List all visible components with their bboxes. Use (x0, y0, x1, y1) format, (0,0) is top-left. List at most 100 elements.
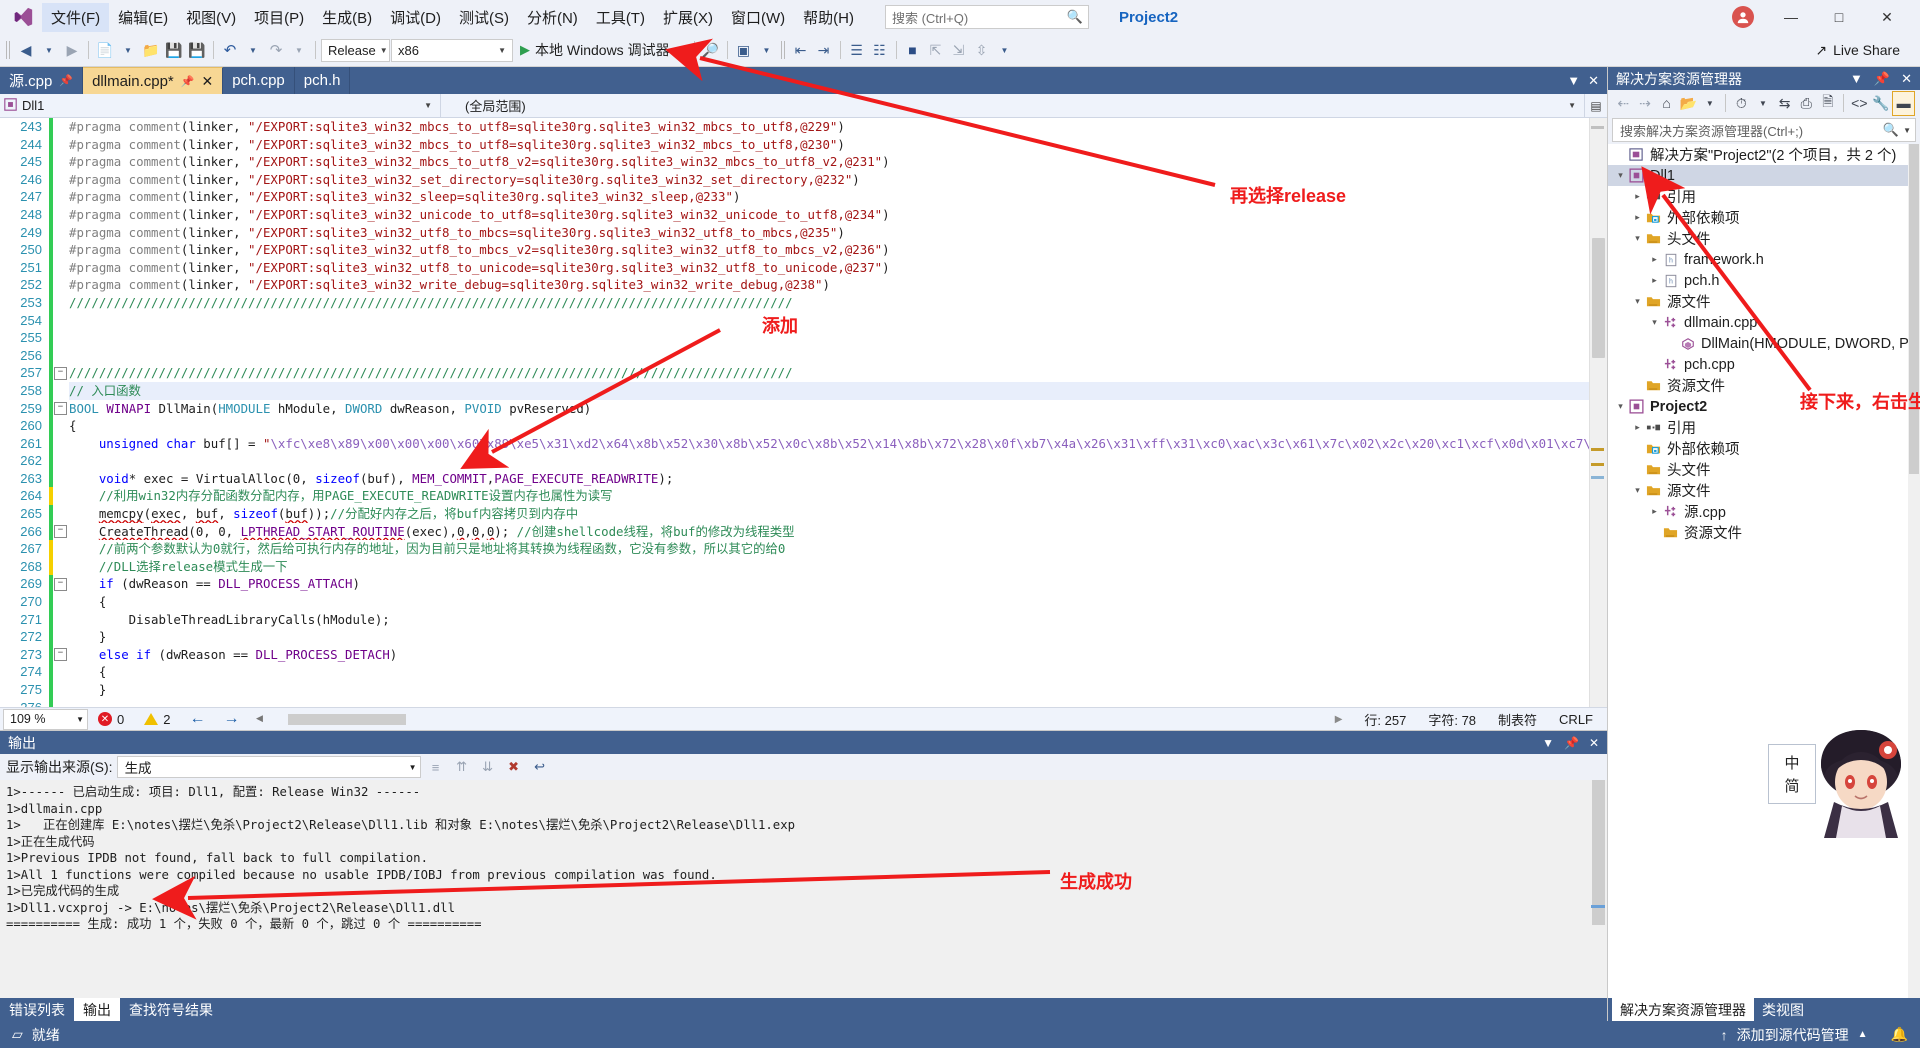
pending-changes-icon[interactable]: ⏱ (1731, 92, 1752, 115)
minimize-button[interactable]: — (1768, 2, 1814, 32)
code-line[interactable]: 254 (0, 311, 1589, 330)
code-line[interactable]: 264 //利用win32内存分配函数分配内存，用PAGE_EXECUTE_RE… (0, 487, 1589, 506)
menu-test[interactable]: 测试(S) (450, 3, 518, 32)
solution-explorer-search[interactable]: 搜索解决方案资源管理器(Ctrl+;) 🔍 ▼ (1612, 118, 1916, 142)
chevron-down-icon-output[interactable]: ▼ (1542, 736, 1554, 750)
next-issue-button[interactable]: → (214, 710, 248, 728)
solution-tree-node[interactable]: DllMain(HMODULE, DWORD, PVOID) (1608, 333, 1920, 354)
nav-project-combo[interactable]: Dll1 ▼ (0, 94, 441, 117)
scroll-left-icon[interactable]: ◀ (254, 713, 264, 726)
menu-tools[interactable]: 工具(T) (587, 3, 654, 32)
code-line[interactable]: 257−////////////////////////////////////… (0, 364, 1589, 382)
find-message-icon[interactable]: ≡ (425, 756, 447, 778)
uncomment-selection-icon[interactable]: ☷ (869, 38, 891, 62)
close-button[interactable]: ✕ (1864, 2, 1910, 32)
code-line[interactable]: 263 void* exec = VirtualAlloc(0, sizeof(… (0, 469, 1589, 488)
chevron-down-icon-search[interactable]: ▼ (1903, 126, 1911, 135)
solution-tree-node[interactable]: ▾ Project2 (1608, 396, 1920, 417)
new-project-dropdown-icon[interactable]: ▼ (117, 38, 139, 62)
menu-edit[interactable]: 编辑(E) (109, 3, 177, 32)
code-line[interactable]: 255 (0, 329, 1589, 347)
solution-tree-node[interactable]: ▸ 引用 (1608, 186, 1920, 207)
indent-icon[interactable]: ⇥ (813, 38, 835, 62)
fold-gutter[interactable]: − (53, 524, 69, 538)
tab-output[interactable]: 输出 (74, 998, 120, 1021)
solution-tree-node[interactable]: 解决方案"Project2"(2 个项目，共 2 个) (1608, 144, 1920, 165)
fold-gutter[interactable]: − (53, 648, 69, 662)
close-icon-tab-1[interactable]: ✕ (201, 74, 213, 88)
quick-launch-search[interactable]: 搜索 (Ctrl+Q) 🔍 (884, 5, 1089, 29)
toolbar-grip[interactable] (6, 41, 12, 59)
code-line[interactable]: 252 #pragma comment(linker, "/EXPORT:sqli… (0, 276, 1589, 294)
expander-expanded-icon[interactable]: ▾ (1631, 233, 1644, 244)
editor-horizontal-scrollbar[interactable]: ◀ (254, 713, 1328, 726)
nav-split-icon[interactable]: ▤ (1585, 94, 1607, 117)
solution-tree-node[interactable]: 资源文件 (1608, 522, 1920, 543)
code-line[interactable]: 273− else if (dwReason == DLL_PROCESS_DE… (0, 645, 1589, 664)
nav-scope-combo[interactable]: (全局范围) ▼ (441, 94, 1585, 117)
fold-gutter[interactable]: − (53, 401, 69, 415)
toolbar-overflow-icon-2[interactable]: ▼ (994, 38, 1016, 62)
expander-expanded-icon[interactable]: ▾ (1631, 485, 1644, 496)
code-line[interactable]: 274 { (0, 663, 1589, 681)
output-text-region[interactable]: 1>------ 已启动生成: 项目: Dll1, 配置: Release Wi… (0, 780, 1607, 998)
code-line[interactable]: 261 unsigned char buf[] = "\xfc\xe8\x89\… (0, 434, 1589, 453)
next-bookmark-icon[interactable]: ⇲ (948, 38, 970, 62)
expander-collapsed-icon[interactable]: ▸ (1648, 254, 1661, 265)
forward-icon-se[interactable]: ⇢ (1635, 92, 1656, 115)
pin-icon-se[interactable]: 📌 (1874, 71, 1890, 87)
home-icon-se[interactable]: ⌂ (1656, 92, 1677, 115)
preview-pane-icon[interactable]: ▬ (1892, 90, 1915, 116)
navigate-back-icon[interactable]: ◀ (15, 38, 37, 62)
code-line[interactable]: 244 #pragma comment(linker, "/EXPORT:sqli… (0, 135, 1589, 154)
editor-scroll-thumb[interactable] (1592, 238, 1605, 358)
menu-window[interactable]: 窗口(W) (722, 3, 794, 32)
switch-views-icon[interactable]: 📂 (1678, 92, 1699, 115)
prev-issue-button[interactable]: ← (180, 710, 214, 728)
expander-expanded-icon[interactable]: ▾ (1648, 317, 1661, 328)
output-vertical-scrollbar[interactable] (1590, 780, 1607, 998)
close-icon-output[interactable]: ✕ (1589, 736, 1599, 750)
solution-tree-node[interactable]: ▸ 外部依赖项 (1608, 207, 1920, 228)
code-line[interactable]: 267 //前两个参数默认为0就行，然后给可执行内存的地址，因为目前只是地址将其… (0, 540, 1589, 558)
code-line[interactable]: 253 /////////////////////////////////////… (0, 293, 1589, 312)
pin-icon-output[interactable]: 📌 (1564, 736, 1579, 750)
save-icon[interactable]: 💾 (163, 38, 185, 62)
code-line[interactable]: 275 } (0, 681, 1589, 699)
new-project-icon[interactable]: 📄 (94, 38, 116, 62)
source-control-label[interactable]: 添加到源代码管理 (1737, 1025, 1849, 1045)
expander-collapsed-icon[interactable]: ▸ (1648, 275, 1661, 286)
expander-collapsed-icon[interactable]: ▸ (1631, 212, 1644, 223)
redo-icon[interactable]: ↷ (265, 38, 287, 62)
start-debugging-button[interactable]: ▶ 本地 Windows 调试器 ▼ (514, 38, 689, 62)
account-avatar[interactable] (1732, 6, 1754, 28)
solution-configuration-combo[interactable]: Release ▼ (321, 38, 390, 62)
zoom-level-combo[interactable]: 109 % ▼ (3, 708, 88, 730)
code-line[interactable]: 276 (0, 698, 1589, 707)
solution-tree-node[interactable]: ▾ 源文件 (1608, 291, 1920, 312)
chevron-down-icon-se[interactable]: ▼ (1850, 71, 1863, 86)
pin-icon-0[interactable]: 📌 (59, 74, 73, 87)
solution-tree-node[interactable]: 资源文件 (1608, 375, 1920, 396)
code-line[interactable]: 246 #pragma comment(linker, "/EXPORT:sqli… (0, 170, 1589, 189)
editor-vertical-scrollbar[interactable] (1589, 118, 1607, 707)
preview-selected-items-icon[interactable]: ▣ (733, 38, 755, 62)
toolbar-overflow-icon[interactable]: ▼ (756, 38, 778, 62)
pin-icon-1[interactable]: 📌 (181, 75, 195, 88)
solution-tree-node[interactable]: pch.cpp (1608, 354, 1920, 375)
expander-collapsed-icon[interactable]: ▸ (1631, 191, 1644, 202)
chevron-down-icon-pending[interactable]: ▼ (1753, 92, 1774, 115)
maximize-button[interactable]: □ (1816, 2, 1862, 32)
tab-list-dropdown-icon[interactable]: ▼ (1567, 73, 1580, 88)
output-scroll-thumb[interactable] (1592, 780, 1605, 925)
code-line[interactable]: 258 // 入口函数 (0, 381, 1589, 400)
code-line[interactable]: 268 //DLL选择release模式生成一下 (0, 557, 1589, 576)
editor-tab-source-cpp[interactable]: 源.cpp 📌 (0, 67, 84, 94)
tab-class-view[interactable]: 类视图 (1754, 998, 1812, 1021)
close-icon-se[interactable]: ✕ (1901, 71, 1912, 87)
code-scroll-region[interactable]: 243 #pragma comment(linker, "/EXPORT:sqli… (0, 118, 1589, 707)
solution-tree-node[interactable]: 外部依赖项 (1608, 438, 1920, 459)
scroll-right-icon[interactable]: ▶ (1335, 714, 1343, 725)
code-line[interactable]: 272 } (0, 628, 1589, 646)
solution-tree-node[interactable]: ▾ Dll1 (1608, 165, 1920, 186)
